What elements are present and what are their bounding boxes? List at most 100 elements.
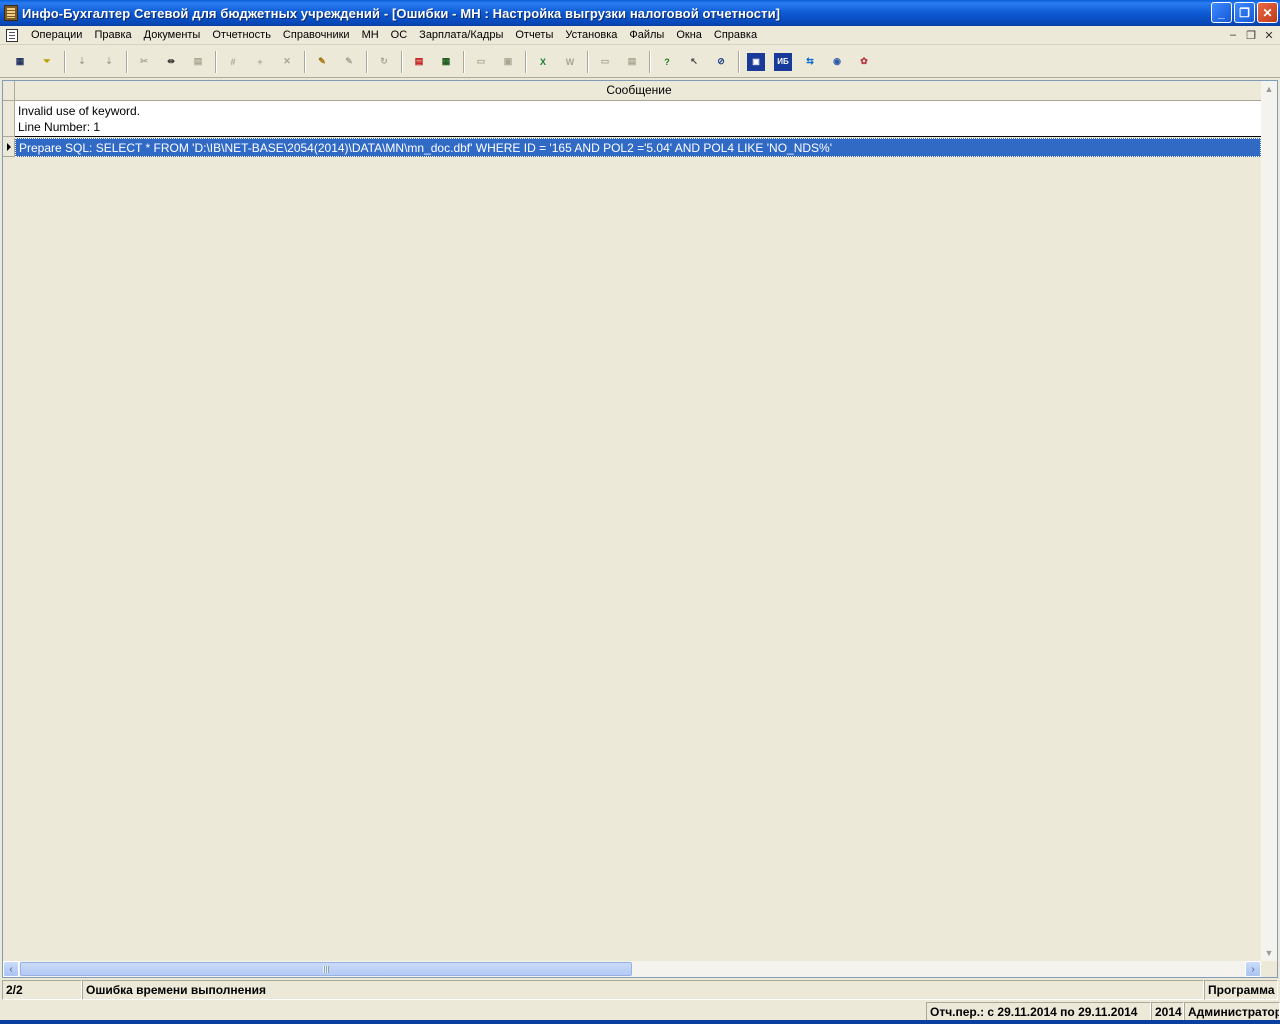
split-button[interactable]: ⇹ <box>159 50 183 74</box>
horizontal-scroll-thumb[interactable] <box>20 962 632 976</box>
network-icon: ✿ <box>860 56 868 66</box>
print-button[interactable]: ▭ <box>593 50 617 74</box>
row-indicator-header <box>3 81 15 101</box>
mdi-close-button[interactable]: ✕ <box>1262 28 1276 42</box>
toolbar-separator <box>215 50 217 73</box>
open-folder-icon: ▭ <box>476 56 486 66</box>
scroll-left-icon[interactable]: ‹ <box>3 961 19 977</box>
open-folder-button[interactable]: ▭ <box>469 50 493 74</box>
toolbar-separator <box>649 50 651 73</box>
refresh-button[interactable]: ↻ <box>372 50 396 74</box>
window-title: Инфо-Бухгалтер Сетевой для бюджетных учр… <box>22 5 781 21</box>
filter-button[interactable]: ⏷ <box>35 50 59 74</box>
menu-documents[interactable]: Документы <box>138 29 207 41</box>
menu-windows[interactable]: Окна <box>670 29 708 41</box>
error-grid: Сообщение Invalid use of keyword. Line N… <box>2 80 1278 978</box>
highlight-button[interactable]: ✎ <box>310 50 334 74</box>
app-logo-button[interactable]: ▣ <box>744 50 768 74</box>
refresh-icon: ↻ <box>380 56 388 66</box>
word-icon: W <box>565 56 575 67</box>
numbering-button[interactable]: # <box>221 50 245 74</box>
restore-button[interactable]: ❐ <box>1234 2 1255 23</box>
menu-setup[interactable]: Установка <box>559 29 623 41</box>
table-row[interactable]: Invalid use of keyword. Line Number: 1 <box>3 101 1261 137</box>
menu-files[interactable]: Файлы <box>623 29 670 41</box>
reporting-year: 2014 <box>1151 1002 1184 1022</box>
status-source: Программа <box>1204 980 1278 1000</box>
document-icon[interactable] <box>6 28 18 42</box>
table-row[interactable]: Prepare SQL: SELECT * FROM 'D:\IB\NET-BA… <box>3 138 1261 157</box>
ib10-button[interactable]: ИБ <box>771 50 795 74</box>
app-logo-icon: ▣ <box>747 52 765 71</box>
scroll-right-icon[interactable]: › <box>1245 961 1261 977</box>
delete-button[interactable]: ✕ <box>275 50 299 74</box>
message-line: Prepare SQL: SELECT * FROM 'D:\IB\NET-BA… <box>19 141 833 155</box>
add-button[interactable]: + <box>248 50 272 74</box>
column-header-message[interactable]: Сообщение <box>15 81 1263 101</box>
message-cell[interactable]: Invalid use of keyword. Line Number: 1 <box>15 101 1261 137</box>
excel-button[interactable]: X <box>531 50 555 74</box>
split-icon: ⇹ <box>167 56 175 66</box>
grid-header: Сообщение <box>3 81 1263 101</box>
preview-icon: ▤ <box>627 56 637 66</box>
teamviewer-icon: ⇆ <box>806 56 814 66</box>
toolbar-separator <box>366 50 368 73</box>
horizontal-scrollbar[interactable]: ‹ › <box>3 961 1261 977</box>
menu-edit[interactable]: Правка <box>88 29 137 41</box>
save-button[interactable]: ▣ <box>496 50 520 74</box>
menu-reporting[interactable]: Отчетность <box>206 29 277 41</box>
paste-button[interactable]: ▤ <box>186 50 210 74</box>
minimize-button[interactable]: _ <box>1211 2 1232 23</box>
filter-icon: ⏷ <box>43 56 51 66</box>
menu-os[interactable]: ОС <box>385 29 414 41</box>
menu-help[interactable]: Справка <box>708 29 763 41</box>
menu-reports[interactable]: Отчеты <box>509 29 559 41</box>
calculator-icon: ▦ <box>441 56 451 66</box>
pdf-button[interactable]: ▤ <box>407 50 431 74</box>
web-button[interactable]: ◉ <box>825 50 849 74</box>
menu-directories[interactable]: Справочники <box>277 29 356 41</box>
toolbar: ▦ ⏷ ⇣ ⇣ ✂ ⇹ ▤ # + ✕ ✎ ✎ ↻ ▤ ▦ ▭ ▣ X W ▭ ▤? ↖ ⊘ ▣ ИБ ⇆ ◉ ✿ <box>0 46 1280 78</box>
word-button[interactable]: W <box>558 50 582 74</box>
replace-button[interactable]: ✎ <box>337 50 361 74</box>
taskbar-edge <box>0 1020 1280 1024</box>
status-message: Ошибка времени выполнения <box>82 980 1204 1000</box>
teamviewer-button[interactable]: ⇆ <box>798 50 822 74</box>
compass-button[interactable]: ⊘ <box>709 50 733 74</box>
list-button[interactable]: ▦ <box>8 50 32 74</box>
sort-asc-button[interactable]: ⇣ <box>70 50 94 74</box>
scroll-up-icon[interactable]: ▲ <box>1261 81 1277 97</box>
mdi-minimize-button[interactable]: ‒ <box>1226 28 1240 42</box>
toolbar-separator <box>738 50 740 73</box>
vertical-scrollbar[interactable]: ▲ ▼ <box>1261 81 1277 961</box>
scroll-down-icon[interactable]: ▼ <box>1261 945 1277 961</box>
message-line: Line Number: 1 <box>18 120 101 134</box>
menu-payroll[interactable]: Зарплата/Кадры <box>413 29 509 41</box>
help-icon: ? <box>664 56 670 67</box>
preview-button[interactable]: ▤ <box>620 50 644 74</box>
sort-desc-icon: ⇣ <box>105 56 113 66</box>
menu-mn[interactable]: МН <box>356 29 385 41</box>
app-icon[interactable] <box>4 5 18 21</box>
mdi-restore-button[interactable]: ❐ <box>1244 28 1258 42</box>
toolbar-separator <box>525 50 527 73</box>
network-button[interactable]: ✿ <box>852 50 876 74</box>
print-icon: ▭ <box>600 56 610 66</box>
cut-button[interactable]: ✂ <box>132 50 156 74</box>
help-button[interactable]: ? <box>655 50 679 74</box>
sort-asc-icon: ⇣ <box>78 56 86 66</box>
sort-desc-button[interactable]: ⇣ <box>97 50 121 74</box>
toolbar-separator <box>463 50 465 73</box>
web-icon: ◉ <box>833 56 841 66</box>
excel-icon: X <box>539 56 546 67</box>
close-button[interactable]: ✕ <box>1257 2 1278 23</box>
menu-operations[interactable]: Операции <box>25 29 88 41</box>
mdi-controls: ‒ ❐ ✕ <box>1226 28 1276 42</box>
row-indicator[interactable] <box>3 101 15 137</box>
toolbar-separator <box>587 50 589 73</box>
calculator-button[interactable]: ▦ <box>434 50 458 74</box>
message-cell[interactable]: Prepare SQL: SELECT * FROM 'D:\IB\NET-BA… <box>15 138 1261 157</box>
numbering-icon: # <box>230 56 236 67</box>
row-indicator-current[interactable] <box>3 138 15 157</box>
context-help-button[interactable]: ↖ <box>682 50 706 74</box>
